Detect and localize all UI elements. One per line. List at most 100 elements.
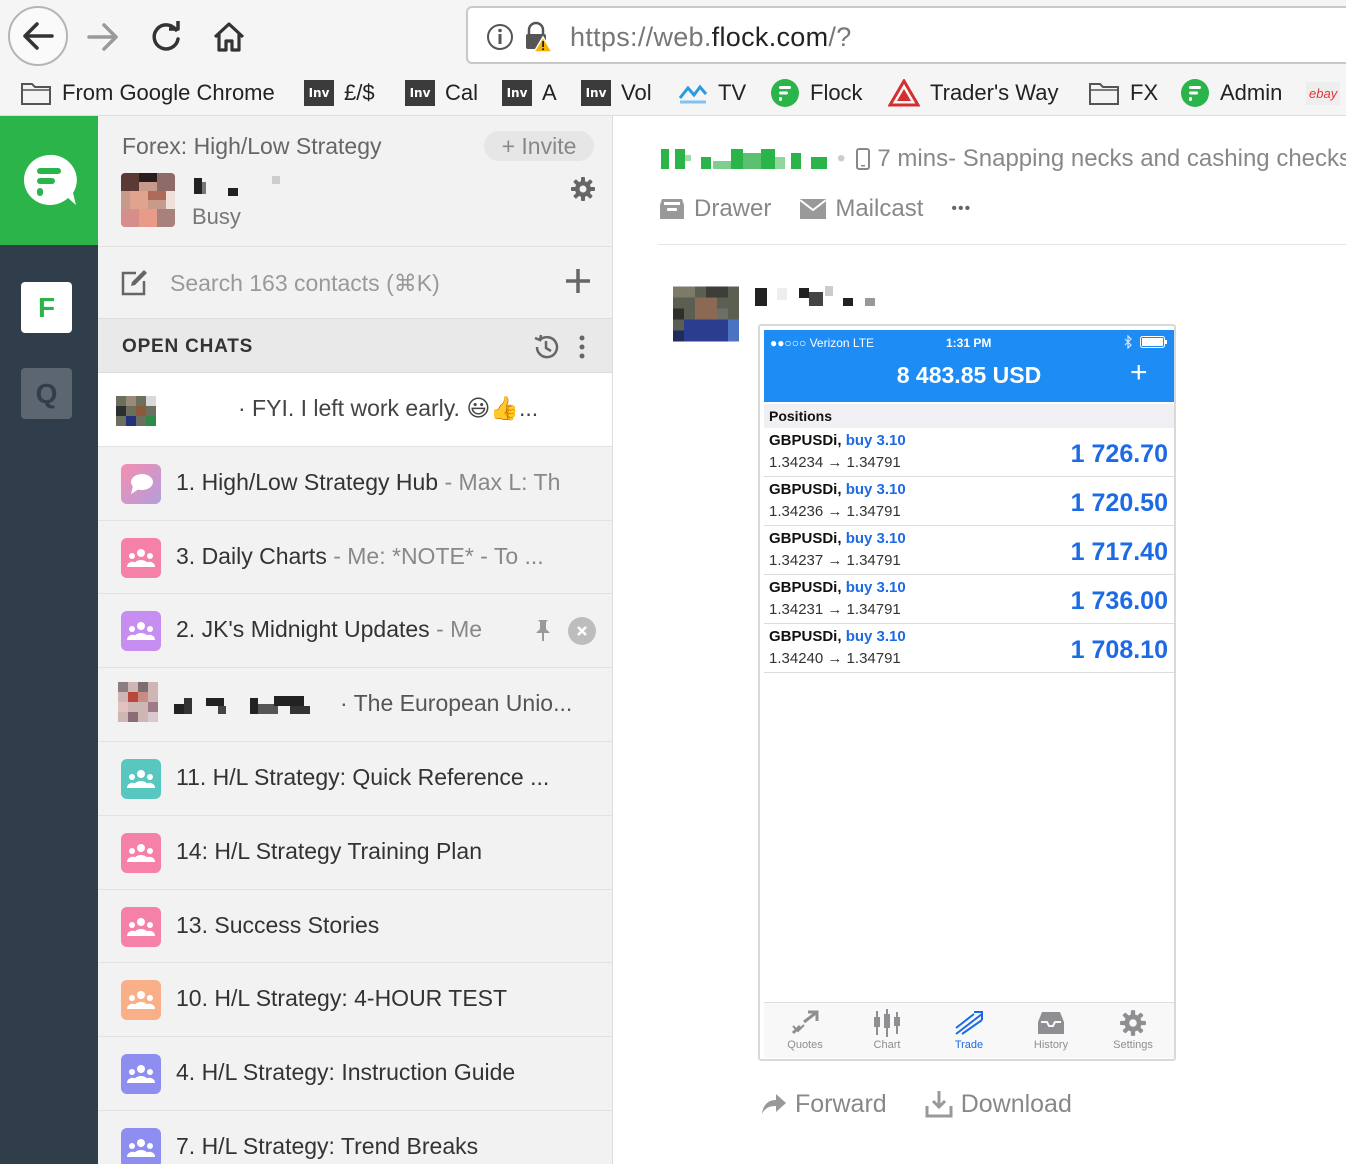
team-rail: F Q <box>0 116 98 1164</box>
group-icon <box>121 1127 161 1164</box>
chat-row[interactable]: 2. JK's Midnight Updates - Me <box>98 594 612 669</box>
bookmark-tv[interactable]: TV <box>678 76 746 110</box>
chat-title: 1. High/Low Strategy Hub <box>176 468 439 495</box>
team-tile-q[interactable]: Q <box>21 368 72 419</box>
team-tile-f[interactable]: F <box>21 282 72 333</box>
home-button[interactable] <box>200 8 258 66</box>
more-vertical-icon[interactable] <box>578 333 586 361</box>
position-row: GBPUSDi, buy 3.10 1.34236 → 1.34791 1 72… <box>764 477 1174 526</box>
position-direction: buy 3.10 <box>845 530 906 547</box>
pixelated-contact-avatar <box>118 682 158 723</box>
folder-icon <box>20 80 52 106</box>
chat-row[interactable]: 7. H/L Strategy: Trend Breaks <box>98 1110 612 1164</box>
bookmark-a[interactable]: Inv A <box>502 76 557 110</box>
bookmark-traders-way[interactable]: Trader's Way <box>888 76 1058 110</box>
group-icon <box>121 980 161 1021</box>
position-symbol: GBPUSDi, <box>769 579 842 596</box>
bookmark-flock[interactable]: Flock <box>770 76 863 110</box>
bookmark-fx[interactable]: FX <box>1088 76 1158 110</box>
chat-row[interactable]: 11. H/L Strategy: Quick Reference ... <box>98 741 612 816</box>
flock-logo[interactable] <box>0 116 98 245</box>
bookmark-gbp-usd[interactable]: Inv £/$ <box>304 76 375 110</box>
url-text[interactable]: https://web.flock.com/? <box>570 22 852 53</box>
invite-button[interactable]: + Invite <box>484 131 594 161</box>
chat-row[interactable]: · The European Unio... <box>98 668 612 742</box>
drawer-icon <box>660 199 684 219</box>
quotes-icon <box>791 1010 819 1035</box>
tab-chart: Chart <box>846 1007 928 1051</box>
download-button[interactable]: Download <box>925 1090 1072 1119</box>
chat-preview: · FYI. I left work early. 😃👍... <box>238 395 539 421</box>
chat-row[interactable]: 10. H/L Strategy: 4-HOUR TEST <box>98 963 612 1038</box>
insecure-lock-icon[interactable] <box>522 21 554 53</box>
bookmark-cal[interactable]: Inv Cal <box>405 76 478 110</box>
user-status[interactable]: Busy <box>192 204 241 230</box>
chat-row[interactable]: 13. Success Stories <box>98 889 612 964</box>
position-prices: 1.34240 → 1.34791 <box>769 650 901 667</box>
avatar[interactable] <box>121 173 175 227</box>
position-prices: 1.34231 → 1.34791 <box>769 601 901 618</box>
bookmark-ebay[interactable]: ebay <box>1306 76 1341 110</box>
flock-icon <box>1180 78 1210 108</box>
pixelated-avatar-image <box>121 173 175 227</box>
arrow-left-icon <box>23 22 54 50</box>
close-chat-button[interactable] <box>568 617 596 646</box>
position-direction: buy 3.10 <box>845 432 906 449</box>
bluetooth-icon <box>1124 335 1132 349</box>
position-prices: 1.34237 → 1.34791 <box>769 552 901 569</box>
flock-logo-icon <box>23 154 77 205</box>
redacted-username <box>194 176 280 196</box>
group-icon <box>121 611 161 652</box>
chat-row[interactable]: 14: H/L Strategy Training Plan <box>98 815 612 890</box>
bookmark-from-google-chrome[interactable]: From Google Chrome <box>20 76 275 110</box>
bookmark-vol[interactable]: Inv Vol <box>581 76 652 110</box>
group-icon <box>121 537 161 578</box>
traders-way-icon <box>888 79 920 107</box>
settings-gear-icon <box>1120 1010 1146 1036</box>
arrow-right-icon <box>87 23 118 51</box>
chat-row[interactable]: · FYI. I left work early. 😃👍... <box>98 373 612 447</box>
clock: 1:31 PM <box>946 336 992 350</box>
position-direction: buy 3.10 <box>845 628 906 645</box>
chat-row[interactable]: 3. Daily Charts - Me: *NOTE* - To ... <box>98 520 612 595</box>
reload-button[interactable] <box>137 8 195 66</box>
forward-button[interactable] <box>74 8 132 66</box>
back-button[interactable] <box>8 6 68 66</box>
position-row: GBPUSDi, buy 3.10 1.34237 → 1.34791 1 71… <box>764 526 1174 575</box>
candlestick-icon <box>874 1009 900 1037</box>
carrier-status: ●●○○○ Verizon LTE <box>770 336 875 350</box>
sender-avatar[interactable] <box>673 286 739 342</box>
chat-title: 14: H/L Strategy Training Plan <box>176 837 482 864</box>
mailcast-button[interactable]: Mailcast <box>799 195 923 223</box>
chat-preview: · The European Unio... <box>340 690 573 717</box>
chat-title: 4. H/L Strategy: Instruction Guide <box>176 1059 516 1086</box>
conversation-pane: • 7 mins - Snapping necks and cashing ch… <box>613 116 1346 1164</box>
chat-title: 2. JK's Midnight Updates <box>176 616 430 643</box>
position-row: GBPUSDi, buy 3.10 1.34231 → 1.34791 1 73… <box>764 575 1174 624</box>
drawer-button[interactable]: Drawer <box>658 195 771 223</box>
forward-button[interactable]: Forward <box>761 1090 887 1119</box>
chat-row[interactable]: 1. High/Low Strategy Hub - Max L: Th <box>98 446 612 521</box>
folder-icon <box>1088 80 1120 106</box>
battery-icon <box>1140 336 1167 348</box>
chat-title: 11. H/L Strategy: Quick Reference ... <box>176 763 550 790</box>
team-name[interactable]: Forex: High/Low Strategy <box>122 133 382 160</box>
chat-row[interactable]: 4. H/L Strategy: Instruction Guide <box>98 1037 612 1111</box>
image-attachment[interactable]: ●●○○○ Verizon LTE 1:31 PM 8 483.85 USD +… <box>758 324 1176 1061</box>
address-bar[interactable]: https://web.flock.com/? <box>466 6 1346 64</box>
info-icon[interactable] <box>486 23 514 51</box>
add-icon[interactable] <box>564 267 592 295</box>
group-icon <box>121 1054 161 1095</box>
redacted-sender-name <box>755 286 875 306</box>
search-input[interactable] <box>170 267 540 299</box>
compose-icon[interactable] <box>120 269 148 297</box>
investing-icon: Inv <box>502 80 532 106</box>
bookmark-admin[interactable]: Admin <box>1180 76 1282 110</box>
pin-icon[interactable] <box>533 618 553 642</box>
bookmarks-bar: From Google Chrome Inv £/$ Inv Cal Inv A… <box>0 70 1346 116</box>
gear-icon[interactable] <box>570 176 596 202</box>
chat-title: 3. Daily Charts <box>176 542 327 569</box>
more-options-button[interactable]: ••• <box>951 200 971 218</box>
position-symbol: GBPUSDi, <box>769 530 842 547</box>
history-icon[interactable] <box>532 333 560 361</box>
